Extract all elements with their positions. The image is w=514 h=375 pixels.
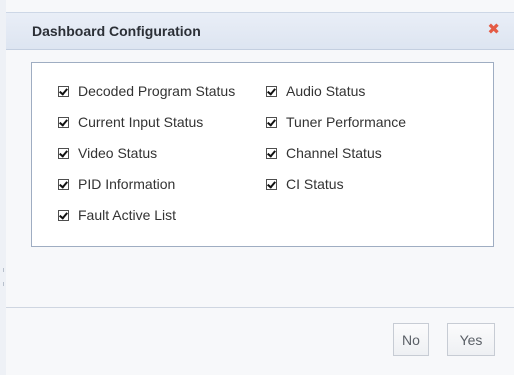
yes-button[interactable]: Yes xyxy=(447,323,495,356)
option-decoded-program-status[interactable]: Decoded Program Status xyxy=(58,83,235,99)
options-panel: Decoded Program Status Current Input Sta… xyxy=(31,62,494,247)
option-label: Fault Active List xyxy=(78,207,177,223)
option-fault-active-list[interactable]: Fault Active List xyxy=(58,207,176,223)
option-channel-status[interactable]: Channel Status xyxy=(266,145,382,161)
option-label: PID Information xyxy=(78,176,176,192)
option-label: Decoded Program Status xyxy=(78,83,236,99)
dashboard-configuration-dialog: Dashboard Configuration ✖ Decoded Progra… xyxy=(0,0,514,375)
checkbox-checked-icon[interactable] xyxy=(266,178,277,190)
option-current-input-status[interactable]: Current Input Status xyxy=(58,114,203,130)
option-label: Channel Status xyxy=(286,145,382,161)
checkbox-checked-icon[interactable] xyxy=(58,85,69,97)
checkbox-checked-icon[interactable] xyxy=(266,85,277,97)
checkbox-checked-icon[interactable] xyxy=(58,116,69,128)
option-label: Audio Status xyxy=(286,83,366,99)
option-audio-status[interactable]: Audio Status xyxy=(266,83,365,99)
border-tick xyxy=(3,282,4,286)
option-label: CI Status xyxy=(286,176,344,192)
option-tuner-performance[interactable]: Tuner Performance xyxy=(266,114,406,130)
dialog-footer: No Yes xyxy=(6,308,514,375)
close-icon[interactable]: ✖ xyxy=(487,21,500,39)
dialog-title: Dashboard Configuration xyxy=(32,23,201,39)
option-video-status[interactable]: Video Status xyxy=(58,145,157,161)
dialog-header: Dashboard Configuration ✖ xyxy=(6,12,514,50)
option-label: Tuner Performance xyxy=(286,114,407,130)
option-label: Current Input Status xyxy=(78,114,204,130)
no-button[interactable]: No xyxy=(393,323,429,356)
option-pid-information[interactable]: PID Information xyxy=(58,176,175,192)
checkbox-checked-icon[interactable] xyxy=(58,178,69,190)
dialog-body: Decoded Program Status Current Input Sta… xyxy=(6,50,514,307)
checkbox-checked-icon[interactable] xyxy=(266,147,277,159)
checkbox-checked-icon[interactable] xyxy=(266,116,277,128)
checkbox-checked-icon[interactable] xyxy=(58,147,69,159)
option-ci-status[interactable]: CI Status xyxy=(266,176,344,192)
checkbox-checked-icon[interactable] xyxy=(58,209,69,221)
option-label: Video Status xyxy=(78,145,158,161)
border-tick xyxy=(3,268,4,272)
